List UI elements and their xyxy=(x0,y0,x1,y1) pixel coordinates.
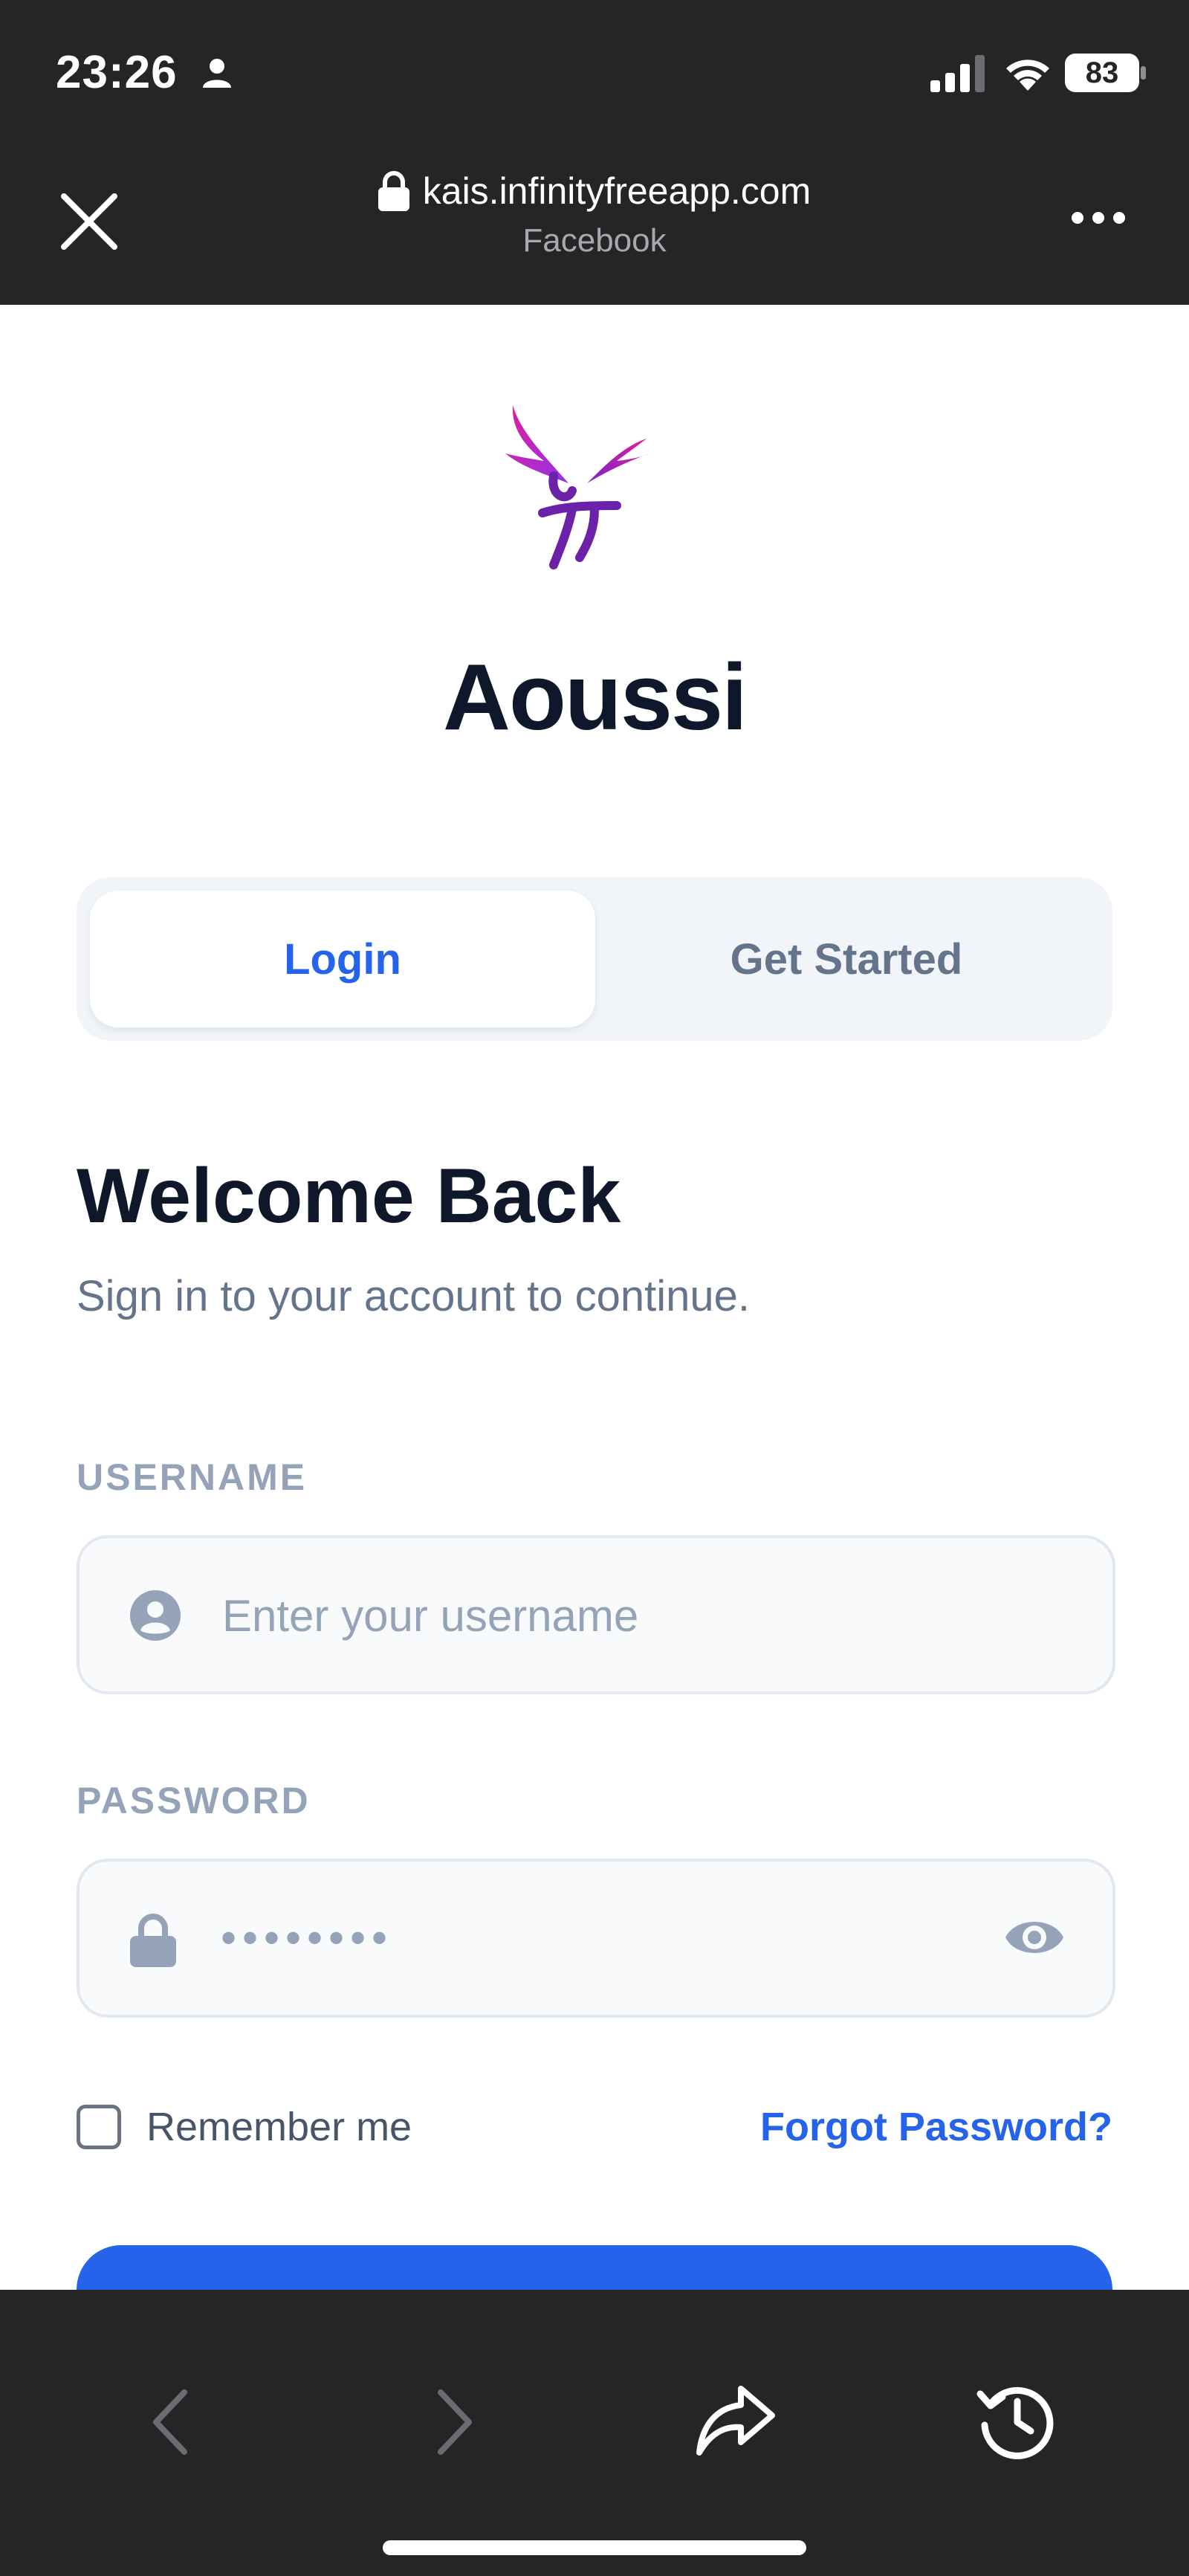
referrer-label: Facebook xyxy=(522,222,667,259)
address-bar[interactable]: kais.infinityfreeapp.com Facebook xyxy=(0,170,1189,259)
forgot-password-link[interactable]: Forgot Password? xyxy=(760,2104,1112,2150)
page-url: kais.infinityfreeapp.com xyxy=(422,170,811,212)
share-icon[interactable] xyxy=(695,2383,777,2457)
auth-tabs: Login Get Started xyxy=(77,877,1112,1041)
username-field-container xyxy=(77,1535,1115,1694)
battery-indicator: 83 xyxy=(1065,54,1147,96)
lock-icon xyxy=(378,171,409,211)
password-label: PASSWORD xyxy=(77,1780,311,1821)
eye-icon[interactable] xyxy=(1004,1914,1065,1961)
remember-me-label: Remember me xyxy=(146,2105,412,2149)
browser-toolbar xyxy=(0,2290,1189,2576)
home-indicator xyxy=(383,2540,806,2555)
remember-me-checkbox[interactable] xyxy=(77,2105,121,2149)
password-field-container[interactable]: •••••••• xyxy=(77,1859,1115,2018)
tab-login[interactable]: Login xyxy=(90,891,595,1027)
brand-name: Aoussi xyxy=(442,645,748,749)
cellular-signal-icon xyxy=(930,55,985,92)
more-options-button[interactable] xyxy=(1070,210,1127,225)
status-time: 23:26 xyxy=(56,47,178,98)
lock-icon xyxy=(130,1914,176,1967)
tab-get-started[interactable]: Get Started xyxy=(594,891,1099,1027)
forward-icon[interactable] xyxy=(435,2386,476,2458)
person-icon xyxy=(203,59,231,88)
user-circle-icon xyxy=(130,1590,181,1641)
password-input[interactable]: •••••••• xyxy=(221,1862,393,2015)
username-label: USERNAME xyxy=(77,1456,308,1498)
battery-level: 83 xyxy=(1085,57,1119,89)
sign-in-button[interactable] xyxy=(77,2245,1112,2290)
page-title: Welcome Back xyxy=(77,1153,621,1239)
browser-chrome: 23:26 83 kais.infinityfreeapp.com Facebo… xyxy=(0,0,1189,305)
back-icon[interactable] xyxy=(149,2386,190,2458)
username-input[interactable] xyxy=(221,1538,967,1693)
page-content: Aoussi Login Get Started Welcome Back Si… xyxy=(0,305,1189,2290)
wifi-icon xyxy=(1006,59,1049,91)
remember-me[interactable]: Remember me xyxy=(77,2104,412,2150)
page-subtitle: Sign in to your account to continue. xyxy=(77,1272,751,1320)
history-icon[interactable] xyxy=(976,2379,1057,2461)
brand-logo xyxy=(505,405,650,569)
